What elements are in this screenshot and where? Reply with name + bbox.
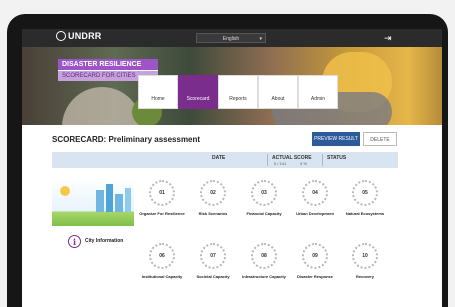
nav-reports[interactable]: Reports [218, 75, 258, 109]
brand-title: DISASTER RESILIENCE [58, 59, 158, 70]
chevron-down-icon: ▾ [259, 36, 262, 42]
language-value: English [222, 36, 240, 42]
essential-label: Disaster Response [296, 274, 333, 279]
essential-label: Societal Capacity [196, 274, 230, 279]
nav-home[interactable]: Home [138, 75, 178, 109]
essential-number: 06 [149, 243, 175, 269]
status-header: STATUS [327, 155, 347, 161]
essential-05[interactable]: 05 Natural Ecosystems [340, 180, 390, 216]
score-value: 0 / 141 [274, 161, 287, 166]
header-divider [267, 154, 268, 166]
sun-icon [60, 186, 70, 196]
assessment-header: DATE ACTUAL SCORE 0 / 141 0 % STATUS [52, 152, 398, 168]
essential-10[interactable]: 10 Recovery [340, 243, 390, 279]
building-shape [96, 190, 104, 212]
essential-label: Organize For Resilience [139, 211, 185, 216]
essential-label: Financial Capacity [246, 211, 282, 216]
preview-result-button[interactable]: PREVIEW RESULT [312, 132, 360, 146]
essential-label: Recovery [355, 274, 374, 279]
essential-number: 02 [200, 180, 226, 206]
essential-04[interactable]: 04 Urban Development [290, 180, 340, 216]
essential-number: 04 [302, 180, 328, 206]
essential-label: Institutional Capacity [141, 274, 183, 279]
hero-banner: DISASTER RESILIENCE SCORECARD FOR CITIES… [22, 47, 442, 125]
essential-06[interactable]: 06 Institutional Capacity [137, 243, 187, 279]
essential-number: 03 [251, 180, 277, 206]
city-information-label: City Information [85, 238, 124, 244]
undrr-logo: UNDRR [56, 31, 102, 41]
essential-label: Infrastructure Capacity [242, 274, 286, 279]
essential-02[interactable]: 02 Risk Scenarios [188, 180, 238, 216]
logout-icon[interactable]: ⇥ [384, 32, 396, 44]
nav-admin[interactable]: Admin [298, 75, 338, 109]
essential-07[interactable]: 07 Societal Capacity [188, 243, 238, 279]
hero-photo-shape [62, 87, 142, 125]
essential-label: Urban Development [296, 211, 334, 216]
building-shape [115, 194, 123, 212]
nav-scorecard[interactable]: Scorecard [178, 75, 218, 109]
essential-number: 05 [352, 180, 378, 206]
building-shape [106, 184, 113, 212]
main-nav: Home Scorecard Reports About Admin [138, 75, 338, 109]
essential-label: Risk Scenarios [198, 211, 228, 216]
city-information-link[interactable]: i City Information [68, 235, 148, 249]
top-bar: UNDRR English ▾ ⇥ [22, 29, 442, 47]
essential-number: 09 [302, 243, 328, 269]
essential-label: Natural Ecosystems [345, 211, 385, 216]
essential-number: 10 [352, 243, 378, 269]
essential-03[interactable]: 03 Financial Capacity [239, 180, 289, 216]
app-screen: UNDRR English ▾ ⇥ DISASTER RESILIENCE SC… [22, 29, 442, 307]
header-divider [322, 154, 323, 166]
building-shape [125, 188, 131, 212]
essential-number: 01 [149, 180, 175, 206]
city-illustration [52, 178, 134, 226]
info-icon: i [68, 235, 81, 248]
essential-number: 08 [251, 243, 277, 269]
un-emblem-icon [56, 31, 66, 41]
page-title: SCORECARD: Preliminary assessment [52, 135, 201, 144]
essential-08[interactable]: 08 Infrastructure Capacity [239, 243, 289, 279]
score-percent: 0 % [300, 161, 307, 166]
logo-text: UNDRR [68, 31, 102, 41]
language-select[interactable]: English ▾ [196, 33, 266, 43]
essential-number: 07 [200, 243, 226, 269]
date-header: DATE [212, 155, 226, 161]
essential-01[interactable]: 01 Organize For Resilience [137, 180, 187, 216]
essential-09[interactable]: 09 Disaster Response [290, 243, 340, 279]
nav-about[interactable]: About [258, 75, 298, 109]
delete-button[interactable]: DELETE [363, 132, 397, 146]
